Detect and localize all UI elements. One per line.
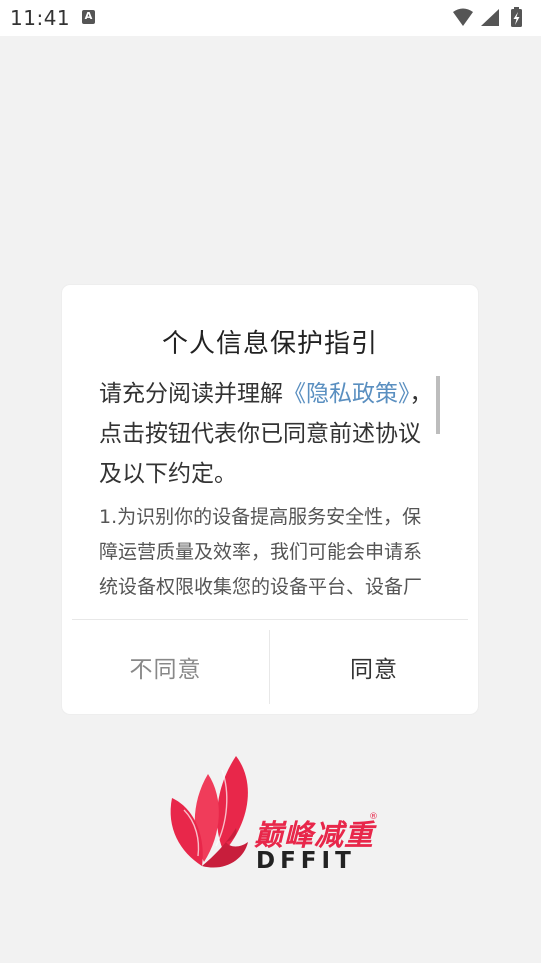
intro-text: 请充分阅读并理解《隐私政策》，点击按钮代表你已同意前述协议及以下约定。 (99, 374, 439, 494)
battery-charging-icon (511, 7, 522, 27)
dialog-title: 个人信息保护指引 (161, 329, 378, 359)
content-scrollbar[interactable] (436, 376, 440, 434)
button-divider (72, 619, 468, 620)
intro-prefix: 请充分阅读并理解 (99, 381, 283, 407)
privacy-dialog: 个人信息保护指引 请充分阅读并理解《隐私政策》，点击按钮代表你已同意前述协议及以… (62, 285, 478, 714)
wifi-icon (453, 8, 473, 26)
privacy-policy-link[interactable]: 《隐私政策》 (283, 381, 410, 407)
signal-icon (481, 9, 499, 26)
status-time: 11:41 (10, 6, 71, 30)
status-bar: 11:41 A (0, 0, 541, 36)
detail-text: 1.为识别你的设备提高服务安全性，保障运营质量及效率，我们可能会申请系统设备权限… (99, 506, 423, 597)
phoenix-logo-icon (170, 756, 248, 868)
dialog-content-scroll[interactable]: 请充分阅读并理解《隐私政策》，点击按钮代表你已同意前述协议及以下约定。 1.为识… (99, 374, 439, 597)
agree-button[interactable]: 同意 (270, 630, 478, 704)
brand-logo: 巅峰减重 ® DFFIT (164, 752, 384, 874)
status-icons (451, 7, 531, 29)
brand-name-en: DFFIT (256, 848, 356, 874)
notification-a-icon: A (82, 10, 95, 24)
registered-mark: ® (369, 812, 378, 822)
disagree-button[interactable]: 不同意 (62, 630, 269, 704)
